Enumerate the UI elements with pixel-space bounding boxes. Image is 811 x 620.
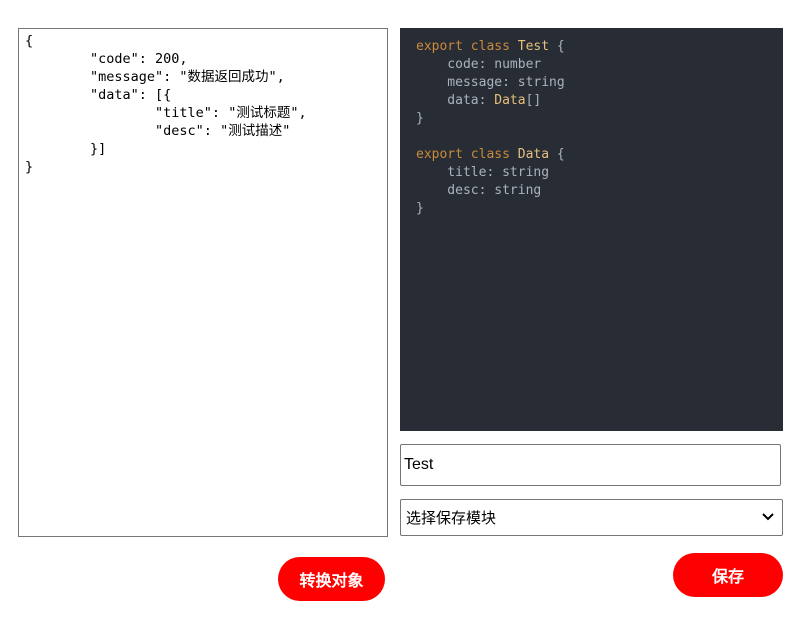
code-token: number [494,57,542,72]
code-token: message: [416,75,518,90]
code-token: Data [494,93,526,108]
code-token: export class [416,39,518,54]
code-line: } [416,110,767,128]
module-select-value: 选择保存模块 [406,509,497,527]
chevron-down-icon [762,512,774,523]
code-token: { [549,39,565,54]
code-token: Test [517,39,550,54]
code-line: message: string [416,74,767,92]
module-select[interactable]: 选择保存模块 [400,499,783,536]
code-token: export class [416,147,518,162]
convert-object-button[interactable]: 转换对象 [278,557,385,601]
code-token: } [416,201,424,216]
code-line: code: number [416,56,767,74]
code-token: code: [416,57,495,72]
code-token: title: [416,165,503,180]
code-line: export class Test { [416,38,767,56]
code-output-panel: export class Test { code: number message… [400,28,783,431]
code-token: } [416,111,424,126]
code-line: export class Data { [416,146,767,164]
code-line: data: Data[] [416,92,767,110]
code-token: desc: [416,183,495,198]
code-token: data: [416,93,495,108]
code-line: desc: string [416,182,767,200]
code-line: } [416,200,767,218]
save-button[interactable]: 保存 [673,553,783,597]
code-token: [] [525,93,542,108]
code-token: Data [517,147,550,162]
code-line: title: string [416,164,767,182]
code-token: string [517,75,565,90]
code-token: { [549,147,565,162]
class-name-input[interactable] [400,444,781,486]
code-token: string [502,165,550,180]
code-token: string [494,183,542,198]
json-input[interactable] [18,28,388,537]
